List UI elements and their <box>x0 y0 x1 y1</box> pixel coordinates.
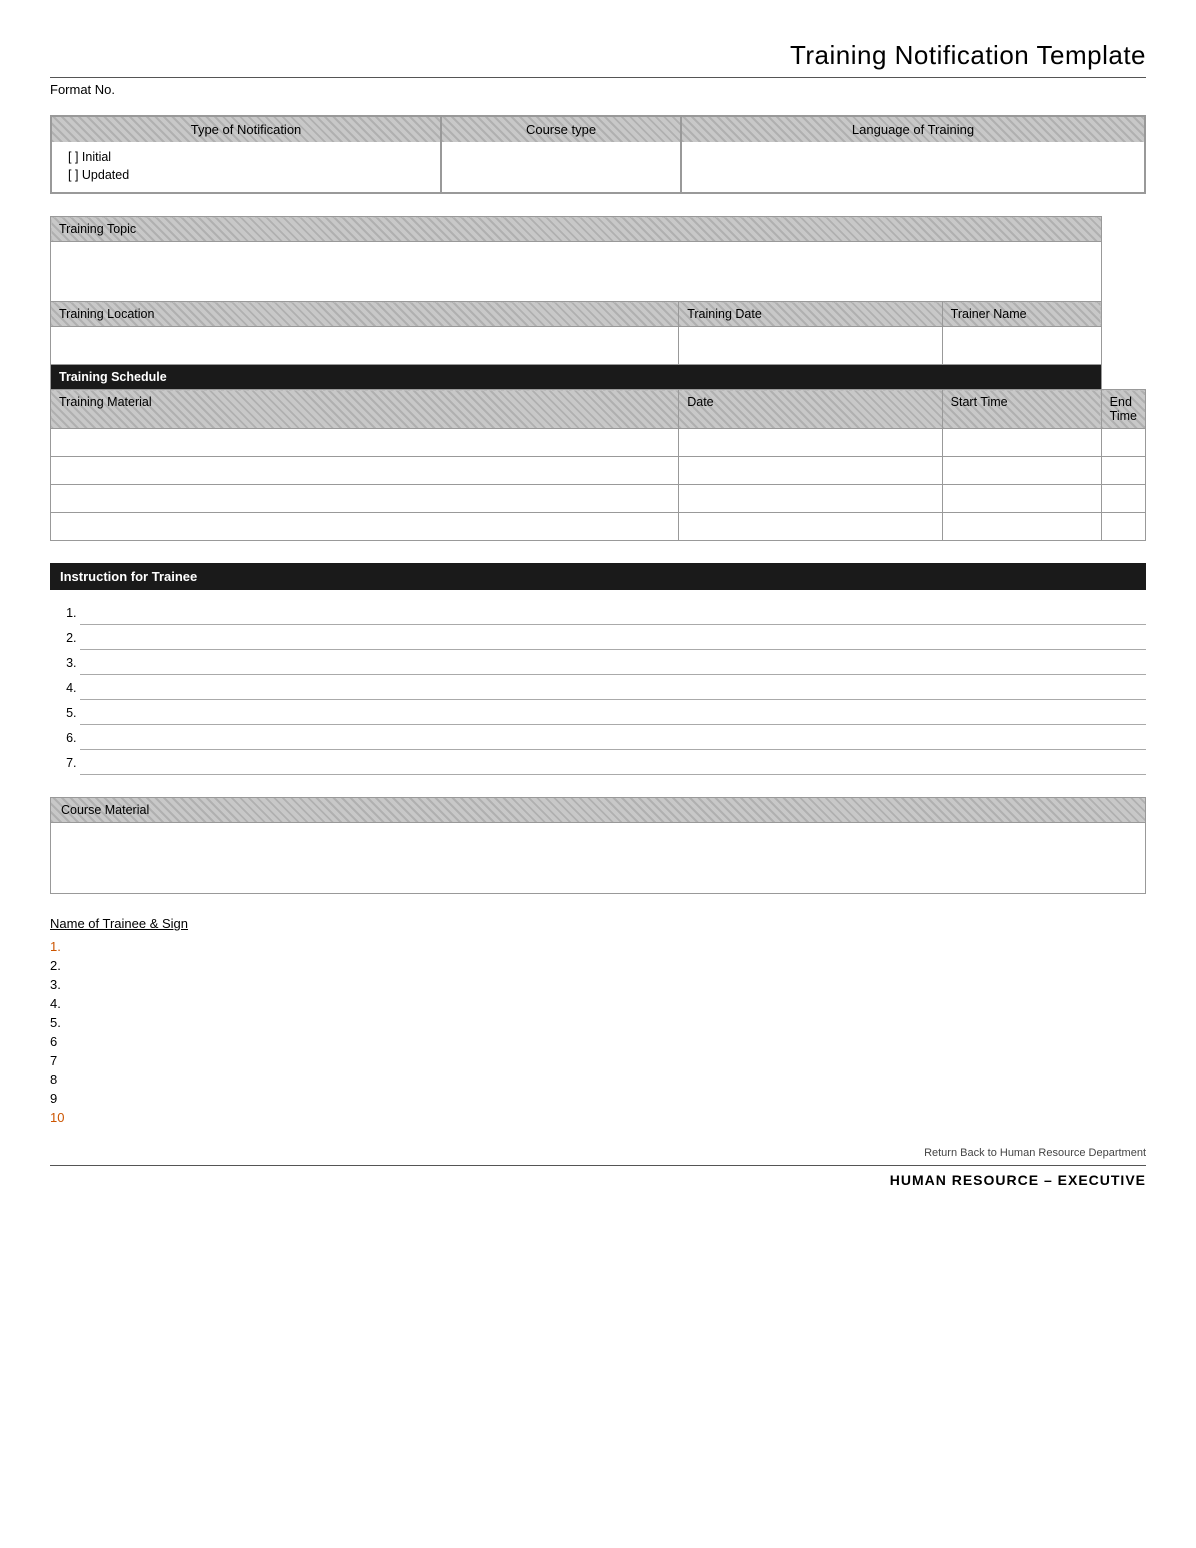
language-cell: Language of Training <box>681 116 1145 193</box>
instruction-item-1[interactable] <box>80 602 1146 625</box>
notification-header: Type of Notification <box>52 117 440 142</box>
material-2-start[interactable] <box>942 457 1101 485</box>
schedule-header: Training Schedule <box>51 365 1102 390</box>
instruction-list <box>50 602 1146 775</box>
material-4-end[interactable] <box>1101 513 1145 541</box>
footer-return: Return Back to Human Resource Department <box>50 1147 1146 1159</box>
initial-checkbox-row: [ ] Initial <box>62 148 430 166</box>
material-4-start[interactable] <box>942 513 1101 541</box>
material-row-4 <box>51 513 1146 541</box>
format-label: Format No. <box>50 82 115 97</box>
instruction-item-7[interactable] <box>80 752 1146 775</box>
trainee-item-1[interactable]: 1. <box>50 937 1146 956</box>
instruction-header: Instruction for Trainee <box>50 563 1146 590</box>
updated-checkbox-row: [ ] Updated <box>62 166 430 184</box>
trainee-item-10[interactable]: 10 <box>50 1108 1146 1127</box>
material-2-end[interactable] <box>1101 457 1145 485</box>
course-material-body[interactable] <box>51 823 1145 893</box>
language-body[interactable] <box>682 142 1144 192</box>
material-2-name[interactable] <box>51 457 679 485</box>
notification-grid: Type of Notification [ ] Initial [ ] Upd… <box>50 115 1146 194</box>
trainer-header: Trainer Name <box>942 302 1101 327</box>
material-1-name[interactable] <box>51 429 679 457</box>
material-1-start[interactable] <box>942 429 1101 457</box>
material-row-2 <box>51 457 1146 485</box>
trainee-item-6[interactable]: 6 <box>50 1032 1146 1051</box>
material-header: Training Material <box>51 390 679 429</box>
material-row-1 <box>51 429 1146 457</box>
footer-label: HUMAN RESOURCE – EXECUTIVE <box>50 1165 1146 1188</box>
page-title: Training Notification Template <box>50 40 1146 71</box>
trainee-item-3[interactable]: 3. <box>50 975 1146 994</box>
material-3-start[interactable] <box>942 485 1101 513</box>
trainer-content[interactable] <box>942 327 1101 365</box>
updated-checkbox-text: [ ] Updated <box>68 168 129 182</box>
trainee-section: Name of Trainee & Sign 1. 2. 3. 4. 5. 6 … <box>50 916 1146 1127</box>
course-type-body[interactable] <box>442 142 680 192</box>
schedule-header-row: Training Schedule <box>51 365 1146 390</box>
material-1-end[interactable] <box>1101 429 1145 457</box>
trainee-title: Name of Trainee & Sign <box>50 916 1146 931</box>
location-content-row <box>51 327 1146 365</box>
material-2-date[interactable] <box>679 457 942 485</box>
material-3-date[interactable] <box>679 485 942 513</box>
course-material-header: Course Material <box>51 798 1145 823</box>
trainee-item-9[interactable]: 9 <box>50 1089 1146 1108</box>
start-col-header: Start Time <box>942 390 1101 429</box>
trainee-item-8[interactable]: 8 <box>50 1070 1146 1089</box>
location-header-row: Training Location Training Date Trainer … <box>51 302 1146 327</box>
topic-row: Training Topic <box>51 217 1146 242</box>
material-3-name[interactable] <box>51 485 679 513</box>
material-row-3 <box>51 485 1146 513</box>
material-3-end[interactable] <box>1101 485 1145 513</box>
initial-checkbox-text: [ ] Initial <box>68 150 111 164</box>
format-number-line: Format No. <box>50 77 1146 97</box>
material-4-date[interactable] <box>679 513 942 541</box>
trainee-item-7[interactable]: 7 <box>50 1051 1146 1070</box>
trainee-item-4[interactable]: 4. <box>50 994 1146 1013</box>
course-material-box: Course Material <box>50 797 1146 894</box>
instruction-item-4[interactable] <box>80 677 1146 700</box>
training-main-table: Training Topic Training Location Trainin… <box>50 216 1146 541</box>
topic-header: Training Topic <box>51 217 1102 242</box>
end-col-header: End Time <box>1101 390 1145 429</box>
trainee-item-5[interactable]: 5. <box>50 1013 1146 1032</box>
location-content[interactable] <box>51 327 679 365</box>
topic-content-row <box>51 242 1146 302</box>
course-type-header: Course type <box>442 117 680 142</box>
date-header: Training Date <box>679 302 942 327</box>
date-col-header: Date <box>679 390 942 429</box>
trainee-item-2[interactable]: 2. <box>50 956 1146 975</box>
instruction-item-5[interactable] <box>80 702 1146 725</box>
material-4-name[interactable] <box>51 513 679 541</box>
language-header: Language of Training <box>682 117 1144 142</box>
instruction-item-6[interactable] <box>80 727 1146 750</box>
instruction-item-3[interactable] <box>80 652 1146 675</box>
course-type-cell: Course type <box>441 116 681 193</box>
notification-cell: Type of Notification [ ] Initial [ ] Upd… <box>51 116 441 193</box>
notification-body: [ ] Initial [ ] Updated <box>52 142 440 192</box>
material-1-date[interactable] <box>679 429 942 457</box>
material-header-row: Training Material Date Start Time End Ti… <box>51 390 1146 429</box>
trainee-list: 1. 2. 3. 4. 5. 6 7 8 9 10 <box>50 937 1146 1127</box>
date-content[interactable] <box>679 327 942 365</box>
location-header: Training Location <box>51 302 679 327</box>
instruction-item-2[interactable] <box>80 627 1146 650</box>
topic-content[interactable] <box>51 242 1102 302</box>
